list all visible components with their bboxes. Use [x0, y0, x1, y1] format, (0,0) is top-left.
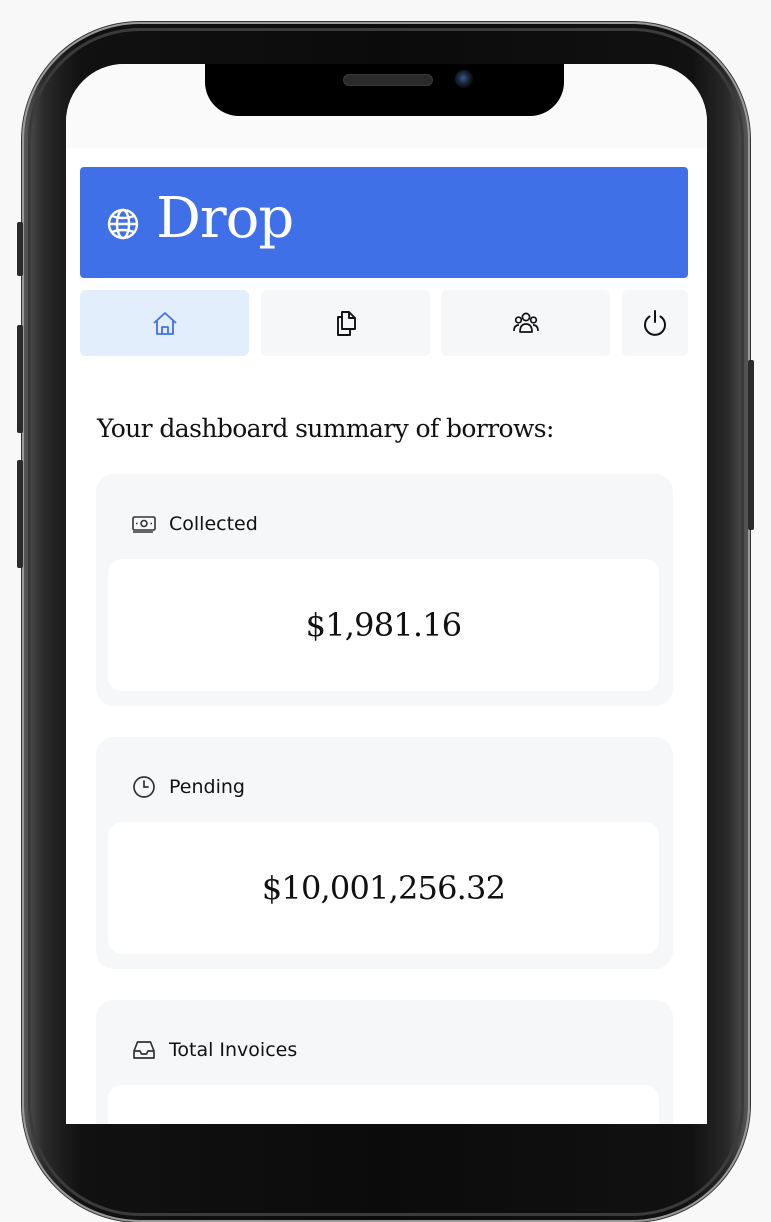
- earpiece-speaker: [343, 74, 433, 86]
- pending-amount: $10,001,256.32: [261, 869, 506, 907]
- app-logo-text: Drop: [156, 186, 294, 251]
- phone-notch: [205, 64, 564, 116]
- card-value-box: $1,981.16: [108, 559, 659, 691]
- collected-card: Collected $1,981.16: [96, 474, 673, 706]
- documents-icon: [336, 311, 356, 336]
- cash-icon: [132, 516, 156, 533]
- card-header: Collected: [131, 511, 258, 537]
- tab-documents[interactable]: [261, 290, 430, 356]
- inbox-icon: [133, 1041, 155, 1059]
- app-header: Drop: [80, 167, 688, 278]
- power-icon: [644, 310, 666, 336]
- total-invoices-card: Total Invoices: [96, 1000, 673, 1124]
- card-header: Total Invoices: [131, 1037, 297, 1063]
- dashboard-intro: Your dashboard summary of borrows:: [97, 414, 554, 443]
- tab-logout[interactable]: [622, 290, 688, 356]
- front-camera: [455, 70, 473, 88]
- clock-icon: [133, 776, 155, 798]
- card-label: Pending: [169, 776, 245, 798]
- users-icon: [512, 312, 539, 333]
- pending-card: Pending $10,001,256.32: [96, 737, 673, 969]
- card-value-box: $10,001,256.32: [108, 822, 659, 954]
- card-label: Total Invoices: [169, 1039, 298, 1061]
- power-side-button: [748, 360, 754, 530]
- silent-switch: [17, 222, 23, 276]
- collected-amount: $1,981.16: [305, 606, 462, 644]
- volume-down-button: [17, 460, 23, 568]
- home-icon: [152, 312, 177, 335]
- card-label: Collected: [169, 513, 258, 535]
- tab-users[interactable]: [441, 290, 610, 356]
- globe-icon: [107, 208, 139, 240]
- phone-screen: Drop Your dashboard summary of borrows: …: [66, 64, 707, 1124]
- tab-home[interactable]: [80, 290, 249, 356]
- volume-up-button: [17, 325, 23, 433]
- card-header: Pending: [131, 774, 245, 800]
